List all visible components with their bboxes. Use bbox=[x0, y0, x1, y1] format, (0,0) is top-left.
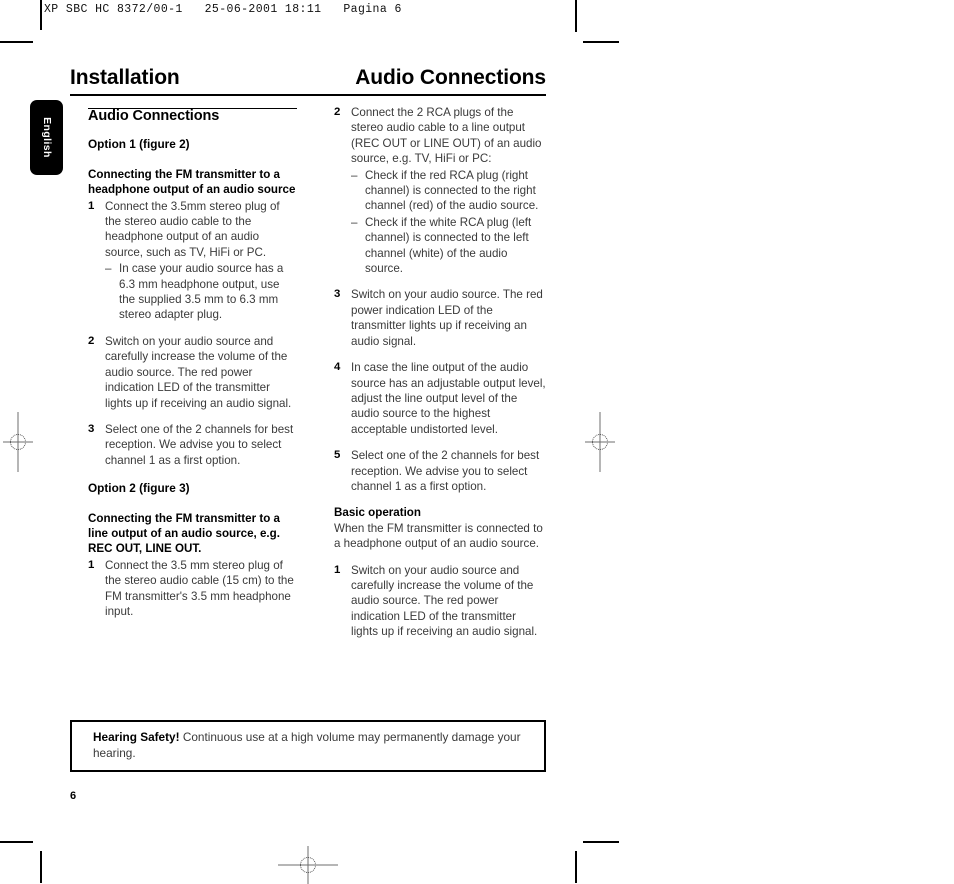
crop-mark-top-left-horizontal bbox=[0, 41, 33, 43]
step-item: 3 Select one of the 2 channels for best … bbox=[88, 422, 298, 468]
slug-divider bbox=[40, 0, 41, 30]
registration-mark-bottom bbox=[278, 846, 338, 884]
header-rule bbox=[70, 94, 546, 96]
crop-mark-bottom-right-vertical bbox=[575, 851, 577, 883]
left-column: Audio Connections Option 1 (figure 2) Co… bbox=[88, 104, 298, 619]
step-text: Connect the 2 RCA plugs of the stereo au… bbox=[351, 106, 542, 166]
step-item: 1 Connect the 3.5 mm stereo plug of the … bbox=[88, 558, 298, 620]
step-text: Select one of the 2 channels for best re… bbox=[351, 449, 540, 493]
step-number: 1 bbox=[88, 199, 95, 212]
sub-item: – Check if the white RCA plug (left chan… bbox=[351, 215, 546, 277]
step-item: 3 Switch on your audio source. The red p… bbox=[334, 287, 546, 349]
basic-operation-heading: Basic operation bbox=[334, 506, 421, 520]
crop-mark-top-right-vertical bbox=[575, 0, 577, 32]
printer-slug: XP SBC HC 8372/00-1 25-06-2001 18:11 Pag… bbox=[44, 3, 402, 16]
step-item: 1 Connect the 3.5mm stereo plug of the s… bbox=[88, 199, 298, 323]
crop-mark-bottom-left-horizontal bbox=[0, 841, 33, 843]
page-number: 6 bbox=[70, 790, 77, 802]
step-number: 2 bbox=[334, 106, 341, 118]
step-number: 3 bbox=[88, 422, 95, 435]
step-item: 4 In case the line output of the audio s… bbox=[334, 360, 546, 437]
step-number: 4 bbox=[334, 361, 341, 374]
step-text: Select one of the 2 channels for best re… bbox=[105, 422, 294, 467]
option-1-subheading: Connecting the FM transmitter to a headp… bbox=[88, 167, 296, 197]
language-tab-label: English bbox=[41, 117, 53, 158]
sub-item-text: Check if the white RCA plug (left channe… bbox=[365, 215, 532, 276]
registration-mark-left bbox=[3, 412, 33, 472]
dash-bullet: – bbox=[351, 168, 358, 182]
step-item: 2 Connect the 2 RCA plugs of the stereo … bbox=[334, 105, 546, 276]
sub-item-text: Check if the red RCA plug (right channel… bbox=[365, 168, 539, 213]
language-tab: English bbox=[30, 100, 63, 175]
page-title-right: Audio Connections bbox=[355, 66, 546, 89]
step-number: 3 bbox=[334, 288, 341, 301]
option-2-subheading: Connecting the FM transmitter to a line … bbox=[88, 511, 280, 556]
printed-page: XP SBC HC 8372/00-1 25-06-2001 18:11 Pag… bbox=[0, 0, 954, 884]
step-number: 1 bbox=[88, 558, 95, 571]
step-text: Switch on your audio source. The red pow… bbox=[351, 288, 543, 348]
step-item: 2 Switch on your audio source and carefu… bbox=[88, 334, 298, 411]
sub-item: – Check if the red RCA plug (right chann… bbox=[351, 168, 546, 214]
registration-mark-right bbox=[585, 412, 615, 472]
hearing-safety-box: Hearing Safety! Continuous use at a high… bbox=[70, 720, 546, 773]
step-number: 5 bbox=[334, 449, 341, 462]
option-2-label: Option 2 (figure 3) bbox=[88, 481, 190, 496]
dash-bullet: – bbox=[105, 262, 112, 276]
step-text: Connect the 3.5 mm stereo plug of the st… bbox=[105, 558, 294, 618]
basic-operation-intro: When the FM transmitter is connected to … bbox=[334, 521, 543, 551]
dash-bullet: – bbox=[351, 215, 358, 229]
step-text: Switch on your audio source and carefull… bbox=[105, 334, 292, 410]
step-item: 1 Switch on your audio source and carefu… bbox=[334, 563, 546, 640]
sub-item: – In case your audio source has a 6.3 mm… bbox=[105, 261, 298, 323]
crop-mark-bottom-right-horizontal bbox=[583, 841, 619, 843]
crop-mark-bottom-left-vertical bbox=[40, 851, 42, 883]
section-heading: Audio Connections bbox=[88, 108, 220, 124]
step-number: 2 bbox=[88, 334, 95, 347]
step-text: Connect the 3.5mm stereo plug of the ste… bbox=[105, 199, 280, 259]
option-1-label: Option 1 (figure 2) bbox=[88, 137, 190, 152]
right-column: 2 Connect the 2 RCA plugs of the stereo … bbox=[334, 104, 546, 640]
page-title-left: Installation bbox=[70, 66, 180, 89]
step-text: In case the line output of the audio sou… bbox=[351, 361, 546, 436]
crop-mark-top-right-horizontal bbox=[583, 41, 619, 43]
step-item: 5 Select one of the 2 channels for best … bbox=[334, 448, 546, 494]
hearing-safety-label: Hearing Safety! bbox=[93, 730, 180, 744]
step-text: Switch on your audio source and carefull… bbox=[351, 563, 538, 639]
step-number: 1 bbox=[334, 563, 341, 576]
sub-item-text: In case your audio source has a 6.3 mm h… bbox=[119, 262, 284, 322]
